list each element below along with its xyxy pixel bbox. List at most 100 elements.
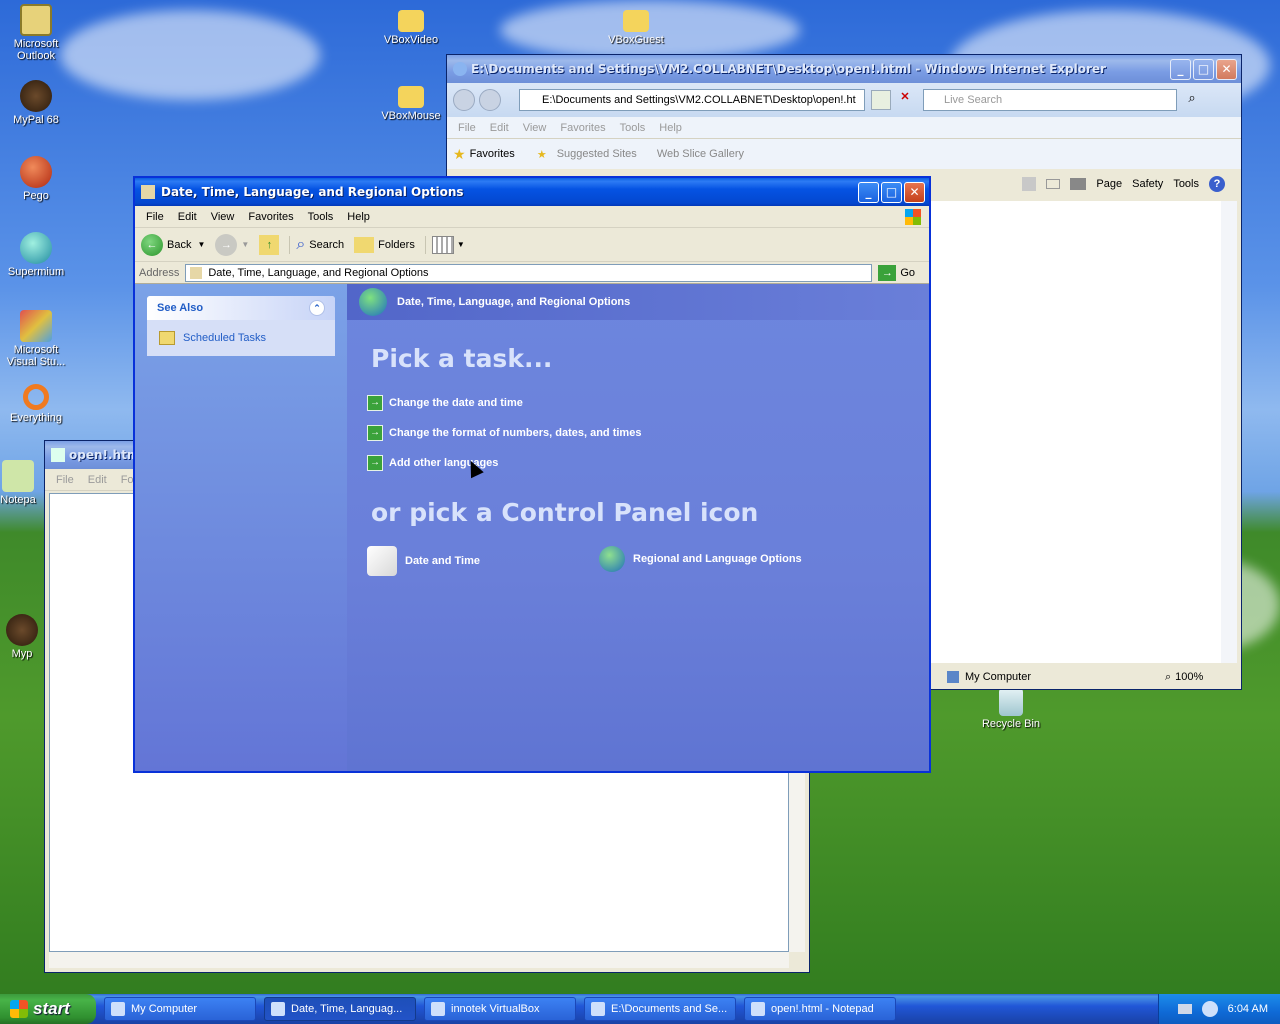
icon-date-and-time[interactable]: Date and Time <box>367 546 480 576</box>
cp-menubar: File Edit View Favorites Tools Help <box>135 206 929 228</box>
address-value: Date, Time, Language, and Regional Optio… <box>208 266 429 279</box>
virtualbox-icon <box>431 1002 445 1016</box>
ie-address-input[interactable]: E:\Documents and Settings\VM2.COLLABNET\… <box>519 89 865 111</box>
start-button[interactable]: start <box>0 994 96 1024</box>
safety-menu[interactable]: Safety <box>1132 178 1163 190</box>
menu-help[interactable]: Help <box>340 211 377 223</box>
page-menu[interactable]: Page <box>1096 178 1122 190</box>
notepad-icon <box>751 1002 765 1016</box>
taskbar-item-date-time[interactable]: Date, Time, Languag... <box>264 997 416 1021</box>
menu-edit[interactable]: Edit <box>171 211 204 223</box>
collapse-icon[interactable]: ⌃ <box>309 300 325 316</box>
desktop-icon-mypal[interactable]: MyPal 68 <box>0 80 72 126</box>
menu-help[interactable]: Help <box>652 122 689 134</box>
zoom-icon: ⌕ <box>1165 670 1172 683</box>
notepad-icon <box>51 448 65 462</box>
desktop-icon-everything[interactable]: Everything <box>0 384 72 424</box>
keyboard-icon[interactable] <box>1177 1004 1192 1014</box>
up-folder-button[interactable]: ↑ <box>259 234 280 255</box>
minimize-button[interactable]: _ <box>858 181 879 203</box>
menu-view[interactable]: View <box>204 211 242 223</box>
forward-button[interactable]: → ▼ <box>215 233 249 256</box>
desktop-icon-supermium[interactable]: Supermium <box>0 232 72 278</box>
cp-titlebar[interactable]: Date, Time, Language, and Regional Optio… <box>135 178 929 206</box>
menu-edit[interactable]: Edit <box>483 122 516 134</box>
control-panel-window[interactable]: Date, Time, Language, and Regional Optio… <box>133 176 931 773</box>
menu-favorites[interactable]: Favorites <box>553 122 612 134</box>
ie-search-input[interactable]: Live Search <box>923 89 1177 111</box>
icon-label: Regional and Language Options <box>633 553 802 565</box>
stop-icon[interactable]: ✕ <box>895 90 915 110</box>
menu-file[interactable]: File <box>451 122 483 134</box>
ie-vscrollbar[interactable] <box>1221 201 1237 663</box>
back-icon[interactable] <box>453 89 475 111</box>
desktop-icon-vboxguest[interactable]: VBoxGuest <box>600 4 672 46</box>
desktop-icon-notepad[interactable]: Notepa <box>0 460 46 506</box>
maximize-button[interactable]: □ <box>1193 58 1214 80</box>
desktop-icon-visual-studio[interactable]: Microsoft Visual Stu... <box>0 310 72 368</box>
task-add-languages[interactable]: → Add other languages <box>367 448 641 478</box>
control-panel-icon <box>271 1002 285 1016</box>
close-button[interactable]: ✕ <box>1216 58 1237 80</box>
menu-tools[interactable]: Tools <box>301 211 341 223</box>
desktop-icon-label: Everything <box>10 412 62 424</box>
desktop-icon-myp[interactable]: Myp <box>0 614 50 660</box>
search-button[interactable]: ⌕ Search <box>289 235 344 254</box>
feeds-icon[interactable] <box>1022 177 1037 191</box>
icon-regional-language[interactable]: Regional and Language Options <box>599 546 802 572</box>
ie-icon <box>453 62 467 76</box>
go-button[interactable]: Go <box>900 267 915 279</box>
task-change-date-time[interactable]: → Change the date and time <box>367 388 641 418</box>
taskbar-item-ie[interactable]: E:\Documents and Se... <box>584 997 736 1021</box>
address-input[interactable]: Date, Time, Language, and Regional Optio… <box>185 263 873 282</box>
print-icon[interactable] <box>1070 178 1087 190</box>
web-slice-button[interactable]: Web Slice Gallery <box>657 148 744 160</box>
see-also-title: See Also <box>157 302 204 314</box>
favorites-button[interactable]: Favorites <box>470 148 515 160</box>
mail-icon[interactable] <box>1046 179 1061 189</box>
zoom-level[interactable]: 100% <box>1175 671 1203 683</box>
back-button[interactable]: ← Back ▼ <box>141 233 205 256</box>
notepad-hscrollbar[interactable] <box>49 952 789 968</box>
refresh-icon[interactable] <box>871 90 891 110</box>
suggested-sites-button[interactable]: Suggested Sites <box>557 148 637 160</box>
desktop-icon-outlook[interactable]: Microsoft Outlook <box>0 4 72 62</box>
folder-icon <box>623 10 649 32</box>
clock[interactable]: 6:04 AM <box>1228 1003 1268 1015</box>
help-icon[interactable]: ? <box>1209 176 1225 192</box>
tools-menu[interactable]: Tools <box>1173 178 1199 190</box>
ie-titlebar[interactable]: E:\Documents and Settings\VM2.COLLABNET\… <box>447 55 1241 83</box>
desktop-icon-pego[interactable]: Pego <box>0 156 72 202</box>
menu-file[interactable]: File <box>139 211 171 223</box>
desktop-icon-label: Notepa <box>0 494 36 506</box>
go-arrow-icon[interactable]: → <box>878 264 897 281</box>
menu-view[interactable]: View <box>516 122 554 134</box>
minimize-button[interactable]: _ <box>1170 58 1191 80</box>
menu-file[interactable]: File <box>49 474 81 486</box>
desktop-icon-vboxvideo[interactable]: VBoxVideo <box>375 4 447 46</box>
back-label: Back <box>167 238 192 251</box>
menu-favorites[interactable]: Favorites <box>241 211 300 223</box>
close-button[interactable]: ✕ <box>904 181 925 203</box>
taskbar-item-virtualbox[interactable]: innotek VirtualBox <box>424 997 576 1021</box>
scheduled-tasks-link[interactable]: Scheduled Tasks <box>147 320 335 356</box>
search-icon[interactable]: ⌕ <box>1181 90 1203 110</box>
desktop-icon-recycle-bin[interactable]: Recycle Bin <box>975 688 1047 730</box>
menu-edit[interactable]: Edit <box>81 474 114 486</box>
green-arrow-icon: → <box>367 395 383 411</box>
task-change-format[interactable]: → Change the format of numbers, dates, a… <box>367 418 641 448</box>
desktop-icon-vboxmouse[interactable]: VBoxMouse <box>375 80 447 122</box>
add-favorite-icon[interactable]: ★ <box>537 148 547 161</box>
maximize-button[interactable]: □ <box>881 181 902 203</box>
see-also-header[interactable]: See Also ⌃ <box>147 296 335 320</box>
taskbar-item-my-computer[interactable]: My Computer <box>104 997 256 1021</box>
folders-button[interactable]: Folders <box>354 236 415 253</box>
views-button[interactable]: ▼ <box>424 235 465 254</box>
taskbar: start My Computer Date, Time, Languag...… <box>0 994 1280 1024</box>
menu-tools[interactable]: Tools <box>613 122 653 134</box>
recycle-bin-icon <box>999 688 1023 716</box>
network-icon[interactable] <box>1201 1001 1218 1017</box>
forward-icon[interactable] <box>479 89 501 111</box>
control-panel-icon <box>141 185 155 199</box>
taskbar-item-notepad[interactable]: open!.html - Notepad <box>744 997 896 1021</box>
